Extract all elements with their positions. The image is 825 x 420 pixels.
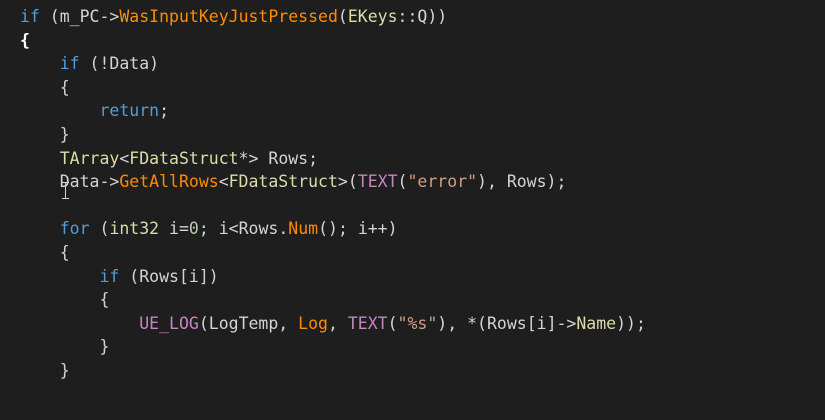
code-token: if	[99, 266, 120, 286]
code-token: if	[20, 7, 40, 26]
code-token: WasInputKeyJustPressed	[119, 7, 338, 26]
code-token: (LogTemp,	[198, 313, 299, 333]
code-line[interactable]: }	[20, 123, 646, 147]
code-token: ), Rows);	[477, 172, 567, 192]
code-token: (	[89, 219, 110, 239]
code-token: {	[20, 242, 70, 262]
code-token: for	[59, 219, 90, 239]
code-line[interactable]: {	[20, 76, 646, 100]
code-token: return	[99, 101, 160, 121]
code-token: <	[119, 148, 130, 168]
code-line[interactable]: if (Rows[i])	[20, 265, 646, 289]
code-token: TEXT	[357, 172, 398, 192]
code-token: TEXT	[347, 313, 388, 333]
code-token: (m_PC->	[39, 7, 120, 26]
code-token: *> Rows;	[238, 148, 319, 168]
code-token: int32	[109, 219, 160, 239]
code-token: (	[337, 7, 348, 26]
code-token: (!Data)	[79, 54, 160, 74]
code-line[interactable]: {	[20, 241, 646, 265]
code-line[interactable]: if (!Data)	[20, 52, 646, 76]
code-token: ;	[159, 101, 170, 121]
code-token: (Rows[i])	[119, 266, 219, 286]
code-line[interactable]: }	[20, 359, 646, 383]
code-line[interactable]: TArray<FDataStruct*> Rows;	[20, 147, 646, 171]
code-area[interactable]: if (m_PC->WasInputKeyJustPressed(EKeys::…	[20, 5, 646, 383]
code-editor[interactable]: if (m_PC->WasInputKeyJustPressed(EKeys::…	[0, 0, 825, 420]
code-token: ));	[616, 313, 646, 333]
code-token: {	[20, 30, 30, 50]
code-token: ::Q))	[397, 7, 448, 26]
code-token: (	[387, 313, 398, 333]
code-token: FDataStruct	[228, 172, 338, 192]
code-token: }	[20, 124, 70, 144]
code-token: {	[20, 290, 110, 310]
code-token: i=	[159, 219, 189, 239]
code-token: TArray	[59, 148, 120, 168]
code-token: "%s"	[397, 313, 438, 333]
code-line[interactable]: }	[20, 335, 646, 359]
code-token: {	[20, 77, 70, 97]
text-cursor-icon	[62, 182, 70, 200]
code-token: <	[218, 172, 229, 192]
code-token: (	[397, 172, 408, 192]
code-line[interactable]: UE_LOG(LogTemp, Log, TEXT("%s"), *(Rows[…	[20, 312, 646, 336]
code-line[interactable]	[20, 194, 646, 218]
code-token: Name	[576, 313, 617, 333]
code-token: Log	[298, 313, 328, 333]
code-line[interactable]: return;	[20, 99, 646, 123]
code-token: Num	[288, 219, 319, 239]
code-token: "error"	[407, 172, 478, 192]
code-token: GetAllRows	[119, 172, 219, 192]
code-token: >(	[337, 172, 358, 192]
code-token: FDataStruct	[129, 148, 239, 168]
code-token: 0	[188, 219, 199, 239]
code-token: (); i++)	[318, 219, 398, 239]
code-token: EKeys	[347, 7, 398, 26]
code-token: UE_LOG	[139, 313, 199, 333]
code-token: }	[20, 360, 70, 380]
code-token: ,	[327, 313, 348, 333]
code-line[interactable]: if (m_PC->WasInputKeyJustPressed(EKeys::…	[20, 5, 646, 29]
code-token: ), *(Rows[i]->	[437, 313, 577, 333]
code-token: }	[20, 337, 110, 357]
code-token: if	[59, 54, 80, 74]
code-line[interactable]: Data->GetAllRows<FDataStruct>(TEXT("erro…	[20, 170, 646, 194]
code-line[interactable]: {	[20, 288, 646, 312]
code-token: ; i<Rows.	[198, 219, 289, 239]
code-line[interactable]: for (int32 i=0; i<Rows.Num(); i++)	[20, 217, 646, 241]
code-line[interactable]: {	[20, 29, 646, 53]
